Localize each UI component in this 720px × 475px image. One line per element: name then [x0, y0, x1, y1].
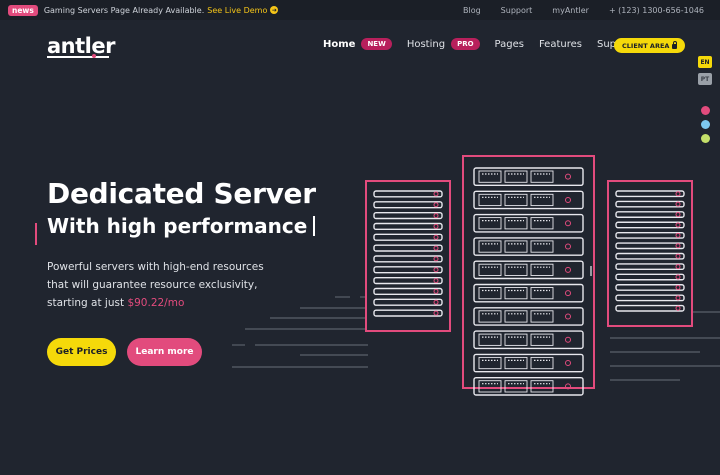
- server-racks: [365, 155, 693, 396]
- server-illustration: [232, 155, 720, 396]
